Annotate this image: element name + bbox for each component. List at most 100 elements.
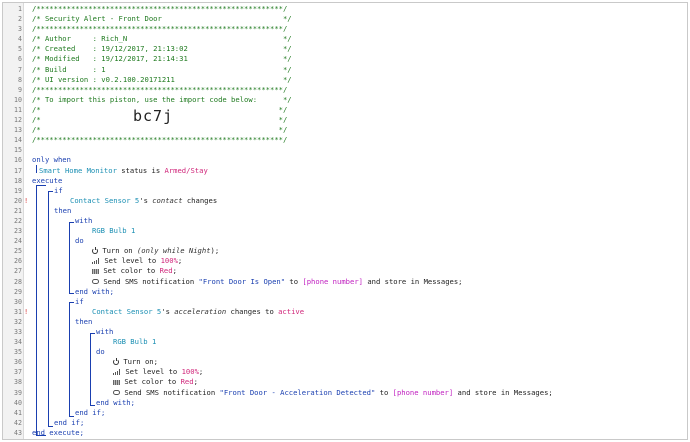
- line-number: 8: [18, 75, 22, 84]
- code-line: 22 with: [3, 216, 687, 226]
- line-number: 13: [14, 126, 22, 135]
- code-line: 1 /**************************************…: [3, 4, 687, 14]
- code-line: 2 /* Security Alert - Front Door */: [3, 14, 687, 24]
- task-turn-on[interactable]: Turn on;: [113, 357, 158, 367]
- then-keyword: then: [75, 316, 93, 326]
- line-number: 17: [14, 166, 22, 175]
- code-line: 13 /* */: [3, 125, 687, 135]
- line-number: 22: [14, 216, 22, 225]
- task-set-color[interactable]: Set color to Red;: [92, 266, 177, 276]
- code-line: 33 with: [3, 327, 687, 337]
- code-line: 16 only when: [3, 155, 687, 165]
- acceleration-condition[interactable]: Contact Sensor 5's acceleration changes …: [92, 307, 304, 317]
- message-bubble-icon: [113, 390, 120, 396]
- line-number: 29: [14, 287, 22, 296]
- line-number: 16: [14, 156, 22, 165]
- code-line: 9 /**************************************…: [3, 85, 687, 95]
- block-guide: [90, 333, 95, 334]
- code-editor: 1 /**************************************…: [2, 2, 688, 440]
- code-line: 29 end with;: [3, 287, 687, 297]
- comment-text: /* UI version : v0.2.100.20171211 */: [32, 74, 292, 84]
- power-icon: [113, 358, 119, 366]
- contact-condition[interactable]: Contact Sensor 5's contact changes: [70, 196, 217, 206]
- end-if-keyword: end if;: [75, 407, 106, 417]
- line-number: 25: [14, 247, 22, 256]
- line-number: 30: [14, 297, 22, 306]
- block-guide: [90, 333, 91, 406]
- then-keyword: then: [54, 205, 72, 215]
- line-number: 42: [14, 418, 22, 427]
- signal-level-icon: [92, 258, 100, 265]
- line-number: 10: [14, 95, 22, 104]
- line-number: 37: [14, 368, 22, 377]
- device-rgb-bulb[interactable]: RGB Bulb 1: [113, 337, 156, 347]
- message-bubble-icon: [92, 279, 99, 285]
- if-keyword: if: [54, 185, 63, 195]
- code-line: 12/* */bc7j: [3, 108, 687, 125]
- task-turn-on[interactable]: Turn on (only while Night);: [92, 246, 219, 256]
- code-line: 6 /* Modified : 19/12/2017, 21:14:31 */: [3, 54, 687, 64]
- comment-text: /* Build : 1 */: [32, 64, 292, 74]
- line-number: 7: [18, 65, 22, 74]
- task-set-level[interactable]: Set level to 100%;: [92, 256, 182, 266]
- code-line: 42 end if;: [3, 418, 687, 428]
- device-rgb-bulb[interactable]: RGB Bulb 1: [92, 226, 135, 236]
- block-guide: [69, 302, 70, 417]
- code-line: 14 /*************************************…: [3, 135, 687, 145]
- block-guide: [48, 191, 53, 192]
- line-number: 41: [14, 408, 22, 417]
- comment-text: /* Modified : 19/12/2017, 21:14:31 */: [32, 54, 292, 64]
- code-line: 11/* */: [3, 105, 687, 115]
- line-number: 11: [14, 105, 22, 114]
- block-guide: [36, 435, 46, 436]
- line-number: 31: [14, 307, 22, 316]
- code-line: 37 Set level to 100%;: [3, 367, 687, 377]
- code-line: 40 end with;: [3, 398, 687, 408]
- block-guide: [69, 293, 74, 294]
- code-line: 31! Contact Sensor 5's acceleration chang…: [3, 307, 687, 317]
- task-set-level[interactable]: Set level to 100%;: [113, 367, 203, 377]
- code-line: 27 Set color to Red;: [3, 266, 687, 276]
- line-number: 18: [14, 176, 22, 185]
- line-number: 12: [14, 116, 22, 125]
- comment-text: /***************************************…: [32, 135, 288, 145]
- comment-text: /***************************************…: [32, 84, 288, 94]
- line-number: 15: [14, 146, 22, 155]
- line-number: 27: [14, 267, 22, 276]
- comment-text: /* Created : 19/12/2017, 21:13:02 */: [32, 44, 292, 54]
- line-number: 23: [14, 227, 22, 236]
- code-line: 24 do: [3, 236, 687, 246]
- if-keyword: if: [75, 296, 84, 306]
- code-line: 4 /* Author : Rich_N */: [3, 34, 687, 44]
- code-line: 38 Set color to Red;: [3, 377, 687, 387]
- line-number: 21: [14, 206, 22, 215]
- power-icon: [92, 247, 98, 255]
- line-number: 26: [14, 257, 22, 266]
- shm-condition[interactable]: Smart Home Monitor status is Armed/Stay: [39, 166, 208, 176]
- end-if-keyword: end if;: [54, 417, 85, 427]
- import-code[interactable]: bc7j: [133, 108, 173, 123]
- do-keyword: do: [75, 236, 84, 246]
- line-number: 38: [14, 378, 22, 387]
- code-line: 19 if: [3, 186, 687, 196]
- code-line: 18 execute: [3, 176, 687, 186]
- line-number: 14: [14, 136, 22, 145]
- line-number: 39: [14, 388, 22, 397]
- block-guide: [48, 426, 53, 427]
- code-line: 30 if: [3, 297, 687, 307]
- line-number: 34: [14, 338, 22, 347]
- line-number: 5: [18, 45, 22, 54]
- with-keyword: with: [75, 215, 93, 225]
- comment-text: /* To import this piston, use the import…: [32, 94, 292, 104]
- line-number: 20: [14, 196, 22, 205]
- comment-text: /***************************************…: [32, 24, 288, 34]
- code-area: 1 /**************************************…: [3, 4, 687, 438]
- task-set-color[interactable]: Set color to Red;: [113, 377, 198, 387]
- task-send-sms[interactable]: Send SMS notification "Front Door - Acce…: [113, 388, 553, 398]
- line-number: 35: [14, 348, 22, 357]
- code-line: 35 do: [3, 347, 687, 357]
- line-number: 28: [14, 277, 22, 286]
- code-line: 8 /* UI version : v0.2.100.20171211 */: [3, 75, 687, 85]
- code-line: 5 /* Created : 19/12/2017, 21:13:02 */: [3, 44, 687, 54]
- task-send-sms[interactable]: Send SMS notification "Front Door Is Ope…: [92, 277, 463, 287]
